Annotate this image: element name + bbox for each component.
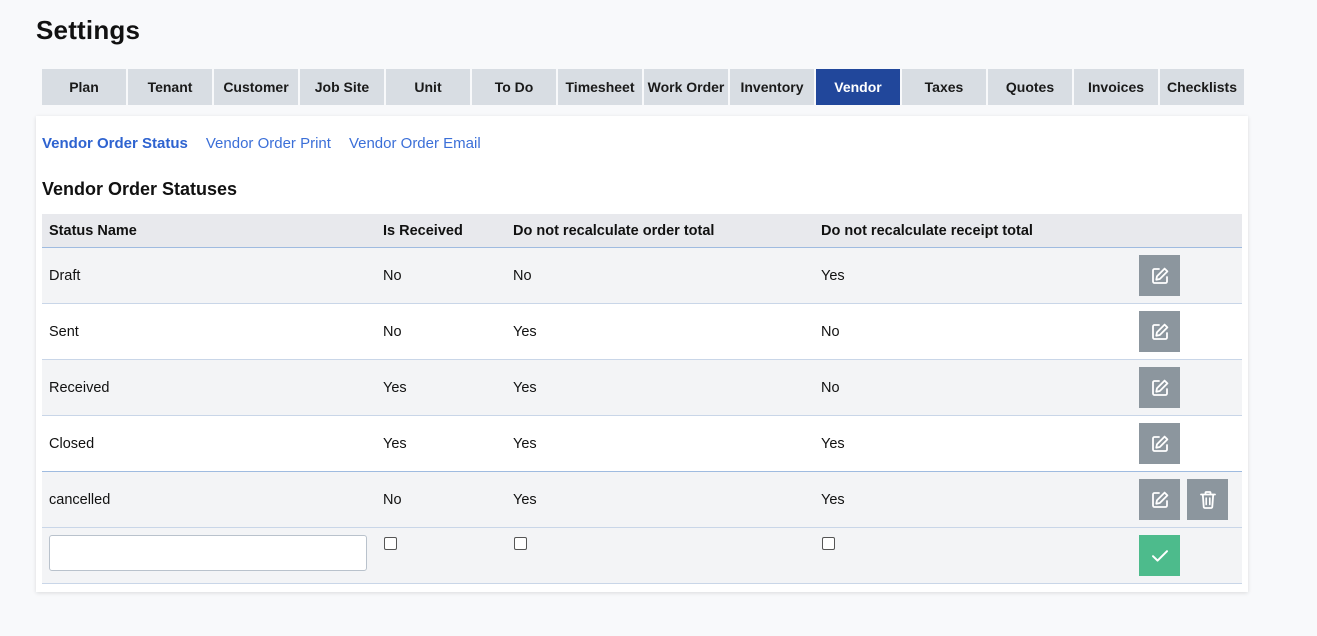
edit-icon	[1151, 379, 1168, 396]
status-name-cell: Received	[49, 379, 110, 396]
column-header-no-recalc-order: Do not recalculate order total	[513, 222, 715, 239]
tab-tenant[interactable]: Tenant	[128, 69, 212, 105]
check-icon	[1151, 549, 1168, 562]
no-recalc-order-cell: Yes	[513, 491, 537, 508]
no-recalc-order-cell: Yes	[513, 435, 537, 452]
is-received-cell: Yes	[383, 435, 407, 452]
table-row: Closed Yes Yes Yes	[42, 416, 1242, 472]
tab-inventory[interactable]: Inventory	[730, 69, 814, 105]
subtab-vendor-order-email[interactable]: Vendor Order Email	[349, 135, 481, 152]
vendor-subtabs: Vendor Order Status Vendor Order Print V…	[42, 135, 481, 152]
is-received-cell: No	[383, 267, 402, 284]
tab-checklists[interactable]: Checklists	[1160, 69, 1244, 105]
is-received-cell: No	[383, 323, 402, 340]
no-recalc-receipt-cell: Yes	[821, 491, 845, 508]
edit-icon	[1151, 323, 1168, 340]
tab-unit[interactable]: Unit	[386, 69, 470, 105]
section-title: Vendor Order Statuses	[42, 179, 238, 199]
edit-button[interactable]	[1139, 423, 1180, 464]
tab-timesheet[interactable]: Timesheet	[558, 69, 642, 105]
status-name-cell: Sent	[49, 323, 79, 340]
edit-button[interactable]	[1139, 255, 1180, 296]
status-name-input[interactable]	[49, 535, 367, 571]
table-row: Received Yes Yes No	[42, 360, 1242, 416]
no-recalc-receipt-cell: Yes	[821, 267, 845, 284]
no-recalc-receipt-cell: Yes	[821, 435, 845, 452]
tab-to-do[interactable]: To Do	[472, 69, 556, 105]
vendor-order-status-table: Status Name Is Received Do not recalcula…	[42, 214, 1242, 584]
no-recalc-order-cell: No	[513, 267, 532, 284]
no-recalc-order-cell: Yes	[513, 323, 537, 340]
edit-icon	[1151, 435, 1168, 452]
new-status-row	[42, 528, 1242, 584]
save-button[interactable]	[1139, 535, 1180, 576]
is-received-cell: Yes	[383, 379, 407, 396]
status-name-cell: Closed	[49, 435, 95, 452]
no-recalc-receipt-cell: No	[821, 379, 840, 396]
tab-quotes[interactable]: Quotes	[988, 69, 1072, 105]
no-recalc-receipt-checkbox[interactable]	[822, 537, 835, 550]
edit-button[interactable]	[1139, 367, 1180, 408]
edit-button[interactable]	[1139, 479, 1180, 520]
table-row: cancelled No Yes Yes	[42, 472, 1242, 528]
edit-button[interactable]	[1139, 311, 1180, 352]
is-received-cell: No	[383, 491, 402, 508]
vendor-settings-panel: Vendor Order Status Vendor Order Print V…	[36, 116, 1248, 592]
delete-button[interactable]	[1187, 479, 1228, 520]
subtab-vendor-order-print[interactable]: Vendor Order Print	[206, 135, 331, 152]
no-recalc-order-cell: Yes	[513, 379, 537, 396]
column-header-no-recalc-receipt: Do not recalculate receipt total	[821, 222, 1033, 239]
column-header-status-name: Status Name	[49, 222, 137, 239]
edit-icon	[1151, 267, 1168, 284]
table-row: Sent No Yes No	[42, 304, 1242, 360]
tab-taxes[interactable]: Taxes	[902, 69, 986, 105]
tab-work-order[interactable]: Work Order	[644, 69, 728, 105]
tab-plan[interactable]: Plan	[42, 69, 126, 105]
table-row: Draft No No Yes	[42, 248, 1242, 304]
is-received-checkbox[interactable]	[384, 537, 397, 550]
tab-customer[interactable]: Customer	[214, 69, 298, 105]
table-header: Status Name Is Received Do not recalcula…	[42, 214, 1242, 248]
trash-icon	[1199, 490, 1216, 509]
no-recalc-order-checkbox[interactable]	[514, 537, 527, 550]
tab-job-site[interactable]: Job Site	[300, 69, 384, 105]
edit-icon	[1151, 491, 1168, 508]
column-header-is-received: Is Received	[383, 222, 463, 239]
subtab-vendor-order-status[interactable]: Vendor Order Status	[42, 135, 188, 152]
tab-vendor[interactable]: Vendor	[816, 69, 900, 105]
status-name-cell: cancelled	[49, 491, 111, 508]
no-recalc-receipt-cell: No	[821, 323, 840, 340]
settings-tabs: Plan Tenant Customer Job Site Unit To Do…	[42, 69, 1244, 105]
status-name-cell: Draft	[49, 267, 81, 284]
tab-invoices[interactable]: Invoices	[1074, 69, 1158, 105]
page-title: Settings	[36, 15, 141, 45]
